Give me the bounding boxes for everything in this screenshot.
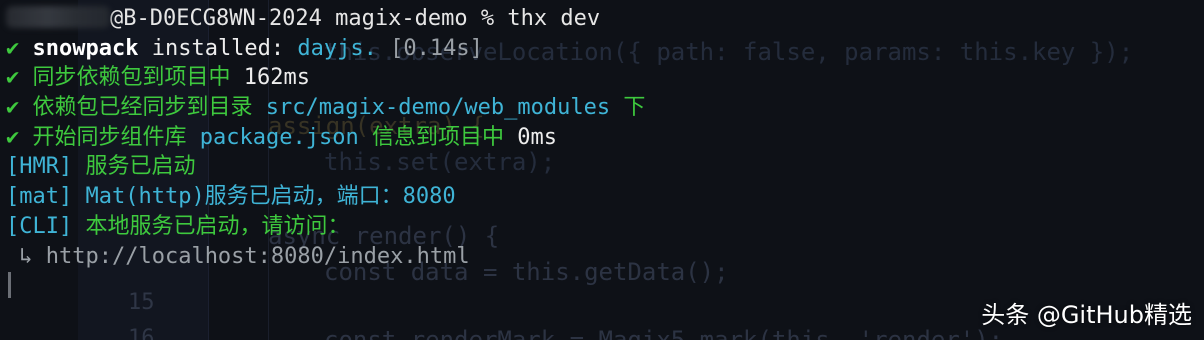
prompt-command: thx dev bbox=[507, 6, 601, 31]
check-icon: ✔ bbox=[6, 35, 20, 61]
return-arrow-icon: ↳ bbox=[6, 243, 46, 269]
prompt-symbol: % bbox=[480, 6, 495, 31]
prompt-host: @B-D0ECG8WN-2024 bbox=[110, 6, 322, 31]
line-text: 信息到项目中 bbox=[358, 124, 518, 150]
line-text: 同步依赖包到项目中 bbox=[19, 65, 244, 91]
line-number: 16 bbox=[128, 326, 155, 340]
line-text: installed: bbox=[138, 35, 298, 61]
output-line-sync-deps: ✔ 同步依赖包到项目中 162ms bbox=[6, 63, 645, 93]
watermark: 头条 @GitHub精选 bbox=[981, 301, 1192, 329]
dependency-name: dayjs. bbox=[297, 35, 377, 61]
line-text: 服务已启动 bbox=[72, 154, 196, 180]
output-line-sync-lib: ✔ 开始同步组件库 package.json 信息到项目中 0ms bbox=[6, 123, 645, 153]
log-tag: [HMR] bbox=[6, 154, 73, 180]
terminal-output[interactable]: @B-D0ECG8WN-2024 magix-demo % thx dev ✔ … bbox=[6, 4, 645, 301]
text-cursor bbox=[8, 272, 11, 299]
path-text: src/magix-demo/web_modules bbox=[265, 95, 611, 121]
output-line-cli: [CLI] 本地服务已启动，请访问： bbox=[6, 212, 645, 242]
local-url-link[interactable]: http://localhost:8080/index.html bbox=[46, 244, 470, 269]
prompt-dir: magix-demo bbox=[335, 6, 468, 31]
check-icon: ✔ bbox=[6, 95, 20, 121]
file-name: package.json bbox=[199, 124, 359, 150]
line-text: 本地服务已启动，请访问： bbox=[72, 213, 350, 239]
output-line-mat: [mat] Mat(http)服务已启动，端口：8080 bbox=[6, 182, 645, 212]
duration: 162ms bbox=[243, 65, 310, 91]
output-line-url: ↳ http://localhost:8080/index.html bbox=[6, 242, 645, 272]
check-icon: ✔ bbox=[6, 124, 20, 150]
duration: 0ms bbox=[517, 124, 557, 150]
line-text: Mat(http)服务已启动，端口：8080 bbox=[72, 184, 456, 210]
output-line-hmr: [HMR] 服务已启动 bbox=[6, 152, 645, 182]
duration: [0.14s] bbox=[376, 35, 483, 61]
log-tag: [CLI] bbox=[6, 213, 73, 239]
output-line-deps-dir: ✔ 依赖包已经同步到目录 src/magix-demo/web_modules … bbox=[6, 93, 645, 123]
input-line[interactable] bbox=[6, 271, 645, 301]
log-tag: [mat] bbox=[6, 184, 73, 210]
line-text: 下 bbox=[610, 95, 646, 121]
prompt-line: @B-D0ECG8WN-2024 magix-demo % thx dev bbox=[6, 4, 645, 34]
output-line-snowpack: ✔ snowpack installed: dayjs. [0.14s] bbox=[6, 34, 645, 64]
package-name: snowpack bbox=[32, 35, 139, 61]
redacted-username bbox=[6, 6, 110, 28]
check-icon: ✔ bbox=[6, 65, 20, 91]
line-text: 开始同步组件库 bbox=[19, 124, 200, 150]
code-line: const renderMark = Magix5.mark(this, 're… bbox=[324, 326, 1004, 340]
line-text: 依赖包已经同步到目录 bbox=[19, 95, 266, 121]
